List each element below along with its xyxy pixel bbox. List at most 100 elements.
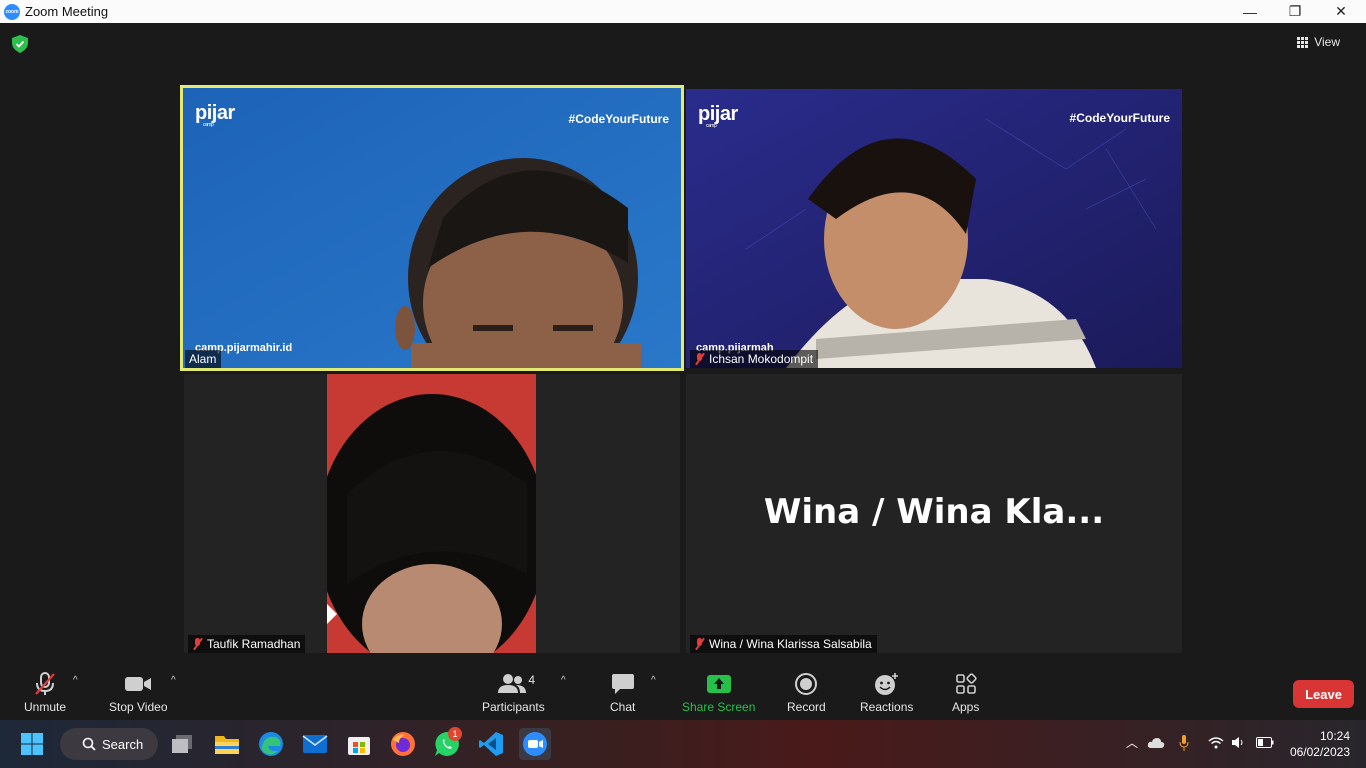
participant-name-label: Ichsan Mokodompit [690, 350, 819, 368]
show-hidden-icons-chevron[interactable]: ︿ [1126, 734, 1138, 751]
audio-options-caret[interactable]: ^ [73, 675, 78, 686]
share-screen-icon [706, 675, 731, 693]
mail-icon [302, 735, 328, 753]
zoom-app-icon: zoom [4, 3, 20, 20]
firefox-icon [391, 732, 415, 756]
edge-button[interactable] [255, 728, 287, 760]
minimize-icon: — [1243, 3, 1257, 20]
onedrive-cloud-icon[interactable] [1147, 737, 1165, 749]
participant-name: Alam [189, 352, 217, 366]
windows-taskbar: Search ︿ 10:24 06/02/2023 [0, 720, 1366, 768]
stop-video-label: Stop Video [109, 700, 168, 714]
participants-label: Participants [482, 700, 545, 714]
record-button[interactable]: Record [787, 669, 826, 714]
video-feed [327, 374, 536, 653]
hashtag-text: #CodeYourFuture [568, 112, 669, 126]
video-tile-alam[interactable]: pijar camp #CodeYourFuture camp.pijarmahi… [180, 85, 684, 371]
meeting-area: View pijar camp #CodeYourFuture camp.pija… [0, 23, 1366, 720]
participants-icon [498, 674, 527, 693]
grid-icon [1297, 36, 1309, 48]
store-icon [348, 737, 370, 755]
volume-icon[interactable] [1231, 736, 1245, 749]
muted-mic-icon [694, 353, 705, 365]
reactions-label: Reactions [860, 700, 914, 714]
app-icon-text: zoom [5, 8, 19, 15]
view-button[interactable]: View [1297, 35, 1340, 49]
video-camera-icon [125, 677, 152, 691]
video-tile-ichsan[interactable]: pijar camp #CodeYourFuture camp.pijarmah … [686, 89, 1182, 368]
restore-button[interactable]: ❐ [1272, 0, 1318, 23]
file-explorer-button[interactable] [211, 728, 243, 760]
apps-icon [955, 673, 977, 694]
start-button[interactable] [16, 728, 48, 760]
clock-time: 10:24 [1319, 729, 1350, 743]
edge-icon [259, 732, 283, 756]
unmute-label: Unmute [24, 700, 67, 714]
chat-icon [611, 674, 634, 694]
participant-name-label: Wina / Wina Klarissa Salsabila [690, 635, 877, 653]
participant-name-label: Taufik Ramadhan [188, 635, 306, 653]
task-view-icon [172, 735, 192, 753]
zoom-taskbar-button[interactable] [519, 728, 551, 760]
video-feed [183, 88, 681, 368]
share-screen-label: Share Screen [682, 700, 756, 714]
pijar-logo: pijar camp [195, 102, 235, 128]
participant-placeholder-name: Wina / Wina Kla... [763, 492, 1105, 532]
video-tile-taufik[interactable]: Taufik Ramadhan [184, 374, 680, 653]
restore-icon: ❐ [1288, 3, 1302, 19]
reactions-smiley-icon [874, 673, 898, 695]
chat-label: Chat [610, 700, 636, 714]
share-screen-button[interactable]: Share Screen [682, 669, 755, 714]
clock-date: 06/02/2023 [1289, 745, 1350, 759]
participants-options-caret[interactable]: ^ [561, 675, 566, 686]
reactions-button[interactable]: Reactions [860, 669, 913, 714]
wifi-icon[interactable] [1208, 736, 1224, 749]
pijar-logo: pijar camp [698, 103, 738, 129]
start-icon [21, 733, 43, 755]
video-options-caret[interactable]: ^ [171, 675, 176, 686]
vscode-icon [479, 732, 503, 756]
mail-button[interactable] [299, 728, 331, 760]
participants-count: 4 [528, 673, 536, 687]
firefox-button[interactable] [387, 728, 419, 760]
chat-options-caret[interactable]: ^ [651, 675, 656, 686]
muted-mic-icon [694, 638, 705, 650]
muted-mic-icon [192, 638, 203, 650]
search-label: Search [102, 736, 144, 752]
apps-button[interactable]: Apps [952, 669, 979, 714]
battery-icon[interactable] [1256, 737, 1274, 748]
close-button[interactable]: ✕ [1318, 0, 1364, 23]
meeting-toolbar: Unmute ^ Stop Video ^ 4 Participants ^ C… [0, 665, 1366, 720]
file-explorer-icon [215, 736, 239, 754]
task-view-button[interactable] [167, 728, 199, 760]
participant-name: Ichsan Mokodompit [709, 352, 814, 366]
participant-name: Wina / Wina Klarissa Salsabila [709, 637, 872, 651]
vscode-button[interactable] [475, 728, 507, 760]
security-shield-icon[interactable] [12, 35, 28, 53]
whatsapp-notification-badge: 1 [448, 727, 462, 741]
unmute-button[interactable]: Unmute [24, 669, 66, 714]
zoom-icon [523, 732, 547, 756]
title-bar: zoom Zoom Meeting — ❐ ✕ [0, 0, 1366, 23]
stop-video-button[interactable]: Stop Video [109, 669, 168, 714]
chat-button[interactable]: Chat [610, 669, 635, 714]
record-label: Record [787, 700, 826, 714]
system-clock[interactable]: 10:24 06/02/2023 [1290, 728, 1350, 760]
leave-button[interactable]: Leave [1293, 680, 1354, 708]
participant-name-label: Alam [185, 350, 222, 368]
video-feed [686, 89, 1182, 368]
participants-button[interactable]: 4 Participants [482, 669, 545, 714]
taskbar-search[interactable]: Search [60, 728, 158, 760]
participant-name: Taufik Ramadhan [207, 637, 301, 651]
record-icon [795, 673, 818, 695]
view-label: View [1314, 35, 1340, 49]
window-title: Zoom Meeting [25, 4, 109, 19]
hashtag-text: #CodeYourFuture [1069, 111, 1170, 125]
apps-label: Apps [952, 700, 980, 714]
muted-microphone-icon [35, 672, 55, 695]
video-tile-wina[interactable]: Wina / Wina Kla... Wina / Wina Klarissa … [686, 374, 1182, 653]
microphone-tray-icon[interactable] [1179, 735, 1189, 751]
search-icon [82, 737, 96, 751]
minimize-button[interactable]: — [1227, 0, 1273, 23]
store-button[interactable] [343, 728, 375, 760]
